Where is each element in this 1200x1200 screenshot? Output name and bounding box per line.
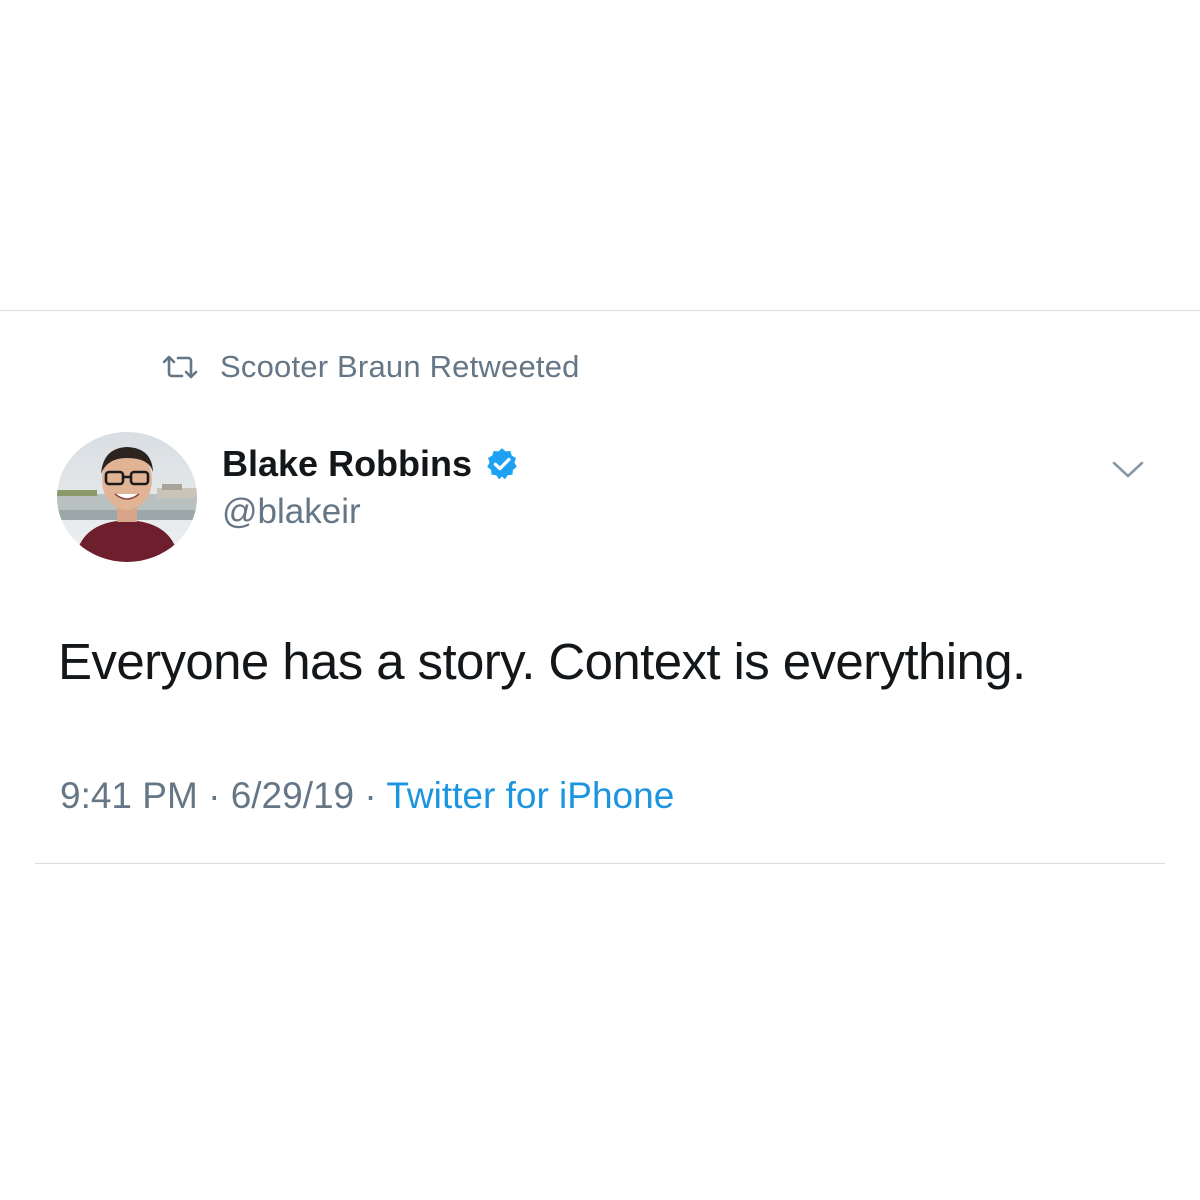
tweet-time[interactable]: 9:41 PM xyxy=(60,775,198,816)
tweet-date[interactable]: 6/29/19 xyxy=(231,775,354,816)
meta-separator: · xyxy=(354,775,387,816)
bottom-divider xyxy=(35,863,1165,864)
retweet-icon xyxy=(160,354,200,380)
retweet-label: Scooter Braun Retweeted xyxy=(220,349,580,384)
tweet-text: Everyone has a story. Context is everyth… xyxy=(58,633,1026,690)
avatar[interactable] xyxy=(57,432,197,562)
tweet-source-link[interactable]: Twitter for iPhone xyxy=(386,775,674,816)
tweet-metadata: 9:41 PM · 6/29/19 · Twitter for iPhone xyxy=(60,775,674,817)
author-handle[interactable]: @blakeir xyxy=(222,492,361,532)
author-name-row[interactable]: Blake Robbins xyxy=(222,440,520,488)
retweet-context[interactable]: Scooter Braun Retweeted xyxy=(160,345,580,389)
top-divider xyxy=(0,310,1200,311)
chevron-down-icon[interactable] xyxy=(1110,455,1146,483)
verified-badge-icon xyxy=(484,446,520,482)
meta-separator: · xyxy=(197,775,231,816)
author-display-name[interactable]: Blake Robbins xyxy=(222,443,472,485)
